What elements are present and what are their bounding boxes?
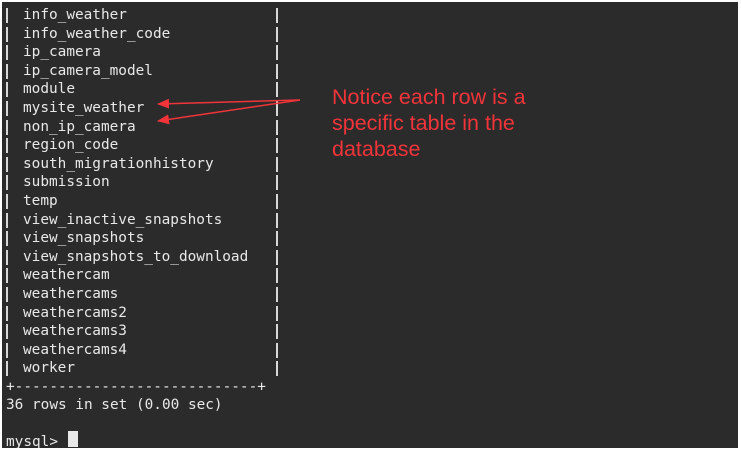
annotation-arrows [157, 98, 301, 125]
annotation-note: Notice each row is a specific table in t… [332, 85, 526, 161]
